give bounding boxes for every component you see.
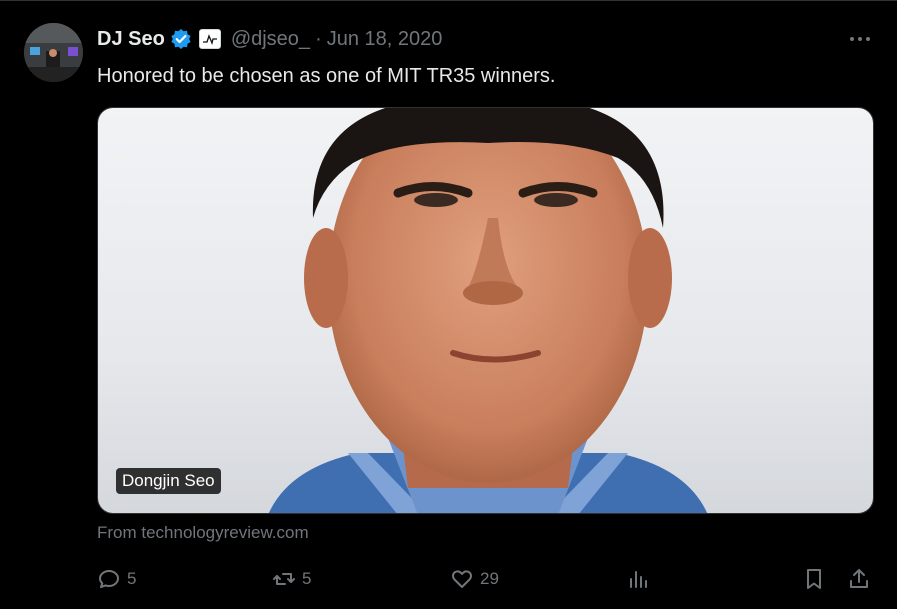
reply-count: 5 bbox=[127, 569, 137, 588]
reply-icon bbox=[99, 570, 119, 588]
reply-button[interactable]: 5 bbox=[97, 564, 136, 594]
views-button[interactable] bbox=[626, 564, 650, 594]
share-icon bbox=[850, 569, 868, 588]
verified-badge-icon bbox=[170, 28, 192, 50]
analytics-icon bbox=[630, 571, 647, 588]
tweet-text: Honored to be chosen as one of MIT TR35 … bbox=[97, 65, 556, 87]
image-caption-label: Dongjin Seo bbox=[116, 468, 221, 494]
heart-icon bbox=[452, 570, 472, 588]
affiliation-badge-icon[interactable] bbox=[198, 29, 221, 49]
link-source[interactable]: From technologyreview.com bbox=[97, 523, 309, 543]
retweet-button[interactable]: 5 bbox=[272, 564, 311, 594]
share-button[interactable] bbox=[847, 564, 871, 594]
more-options-icon[interactable] bbox=[845, 31, 875, 47]
retweet-icon bbox=[273, 573, 295, 585]
bookmark-button[interactable] bbox=[802, 564, 826, 594]
retweet-count: 5 bbox=[302, 569, 312, 588]
link-card-image[interactable]: Dongjin Seo bbox=[97, 107, 874, 514]
author-handle[interactable]: @djseo_ bbox=[231, 28, 310, 51]
like-count: 29 bbox=[480, 569, 499, 588]
tweet-header: DJ Seo @djseo_ · Jun 18, 2020 bbox=[97, 26, 442, 52]
like-button[interactable]: 29 bbox=[450, 564, 499, 594]
author-name[interactable]: DJ Seo bbox=[97, 28, 165, 51]
tweet[interactable]: DJ Seo @djseo_ · Jun 18, 2020 Honored to… bbox=[0, 0, 897, 609]
separator-dot: · bbox=[315, 27, 322, 50]
portrait-image bbox=[98, 108, 873, 513]
avatar[interactable] bbox=[24, 23, 83, 82]
tweet-date[interactable]: Jun 18, 2020 bbox=[327, 28, 443, 51]
bookmark-icon bbox=[807, 569, 821, 589]
tweet-actions: 5 5 29 bbox=[97, 564, 874, 594]
